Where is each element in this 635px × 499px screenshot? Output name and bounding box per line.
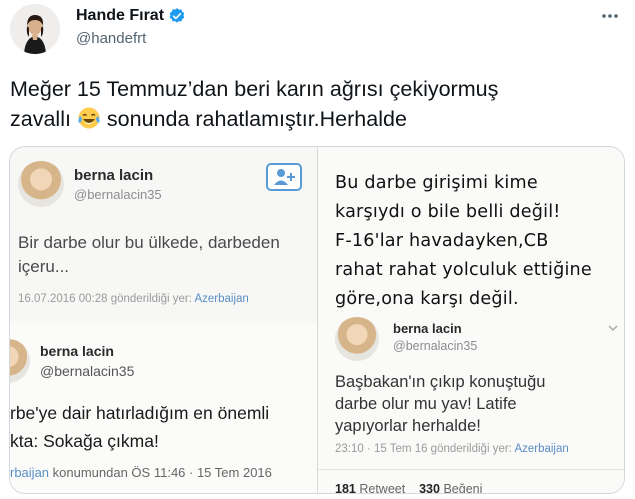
screenshot-2-meta: rbaijan konumundan ÖS 11:46 · 15 Tem 201… — [10, 465, 272, 480]
author-name-row[interactable]: Hande Fırat — [76, 7, 186, 25]
screenshot-3-location: Azerbaijan — [514, 443, 569, 455]
screenshot-3-date: 23:10 · 15 Tem 16 gönderildiği yer: — [335, 443, 512, 455]
screenshot-1-body: Bir darbe olur bu ülkede, darbeden içeru… — [18, 231, 318, 279]
laughing-tears-emoji-icon — [77, 106, 101, 130]
tweet-text-word: zavallı — [10, 107, 71, 131]
screenshot-2-location: rbaijan — [10, 465, 50, 480]
caption-line-1: Bu darbe girişimi kime — [335, 173, 538, 193]
follow-user-icon — [266, 163, 302, 191]
screenshot-1-line-2: içeru... — [18, 257, 70, 276]
avatar-image — [10, 4, 60, 54]
media-caption: Bu darbe girişimi kime karşıydı o bile b… — [335, 169, 620, 314]
berna-avatar-3 — [335, 317, 379, 361]
screenshot-3-handle: @bernalacin35 — [393, 339, 478, 353]
screenshot-1-name: berna lacin — [74, 167, 154, 184]
author-handle[interactable]: @handefrt — [76, 30, 146, 47]
screenshot-3-meta: 23:10 · 15 Tem 16 gönderildiği yer: Azer… — [335, 443, 569, 455]
media-right-panel: Bu darbe girişimi kime karşıydı o bile b… — [317, 147, 624, 494]
image-divider — [317, 147, 318, 493]
screenshot-2-line-2: kta: Sokağa çıkma! — [10, 431, 159, 451]
tweet-text-line-1: Meğer 15 Temmuz’dan beri karın ağrısı çe… — [10, 77, 499, 101]
chevron-down-icon — [607, 321, 619, 333]
screenshot-2-line-1: rbe'ye dair hatırladığım en önemli — [10, 403, 270, 423]
more-options-icon[interactable] — [599, 8, 621, 24]
screenshot-2-date: konumundan ÖS 11:46 · 15 Tem 2016 — [52, 465, 272, 480]
tweet-text: Meğer 15 Temmuz’dan beri karın ağrısı çe… — [10, 74, 620, 134]
screenshot-3-line-1: Başbakan'ın çıkıp konuştuğu — [335, 373, 546, 391]
caption-line-3: F-16'lar havadayken,CB — [335, 231, 549, 251]
tweet-media-image[interactable]: berna lacin @bernalacin35 Bir darbe olur… — [9, 146, 625, 494]
screenshot-2-name: berna lacin — [40, 343, 114, 359]
like-label: Beğeni — [443, 482, 483, 494]
embedded-tweet-screenshot-1: berna lacin @bernalacin35 Bir darbe olur… — [10, 147, 317, 323]
screenshot-2-handle: @bernalacin35 — [40, 363, 135, 379]
tweet-text-rest: sonunda rahatlamıştır.Herhalde — [106, 107, 407, 131]
screenshot-3-name: berna lacin — [393, 321, 462, 336]
screenshot-3-stats: 181 Retweet 330 Beğeni — [335, 482, 483, 494]
caption-line-4: rahat rahat yolculuk ettiğine — [335, 260, 592, 280]
berna-avatar — [18, 161, 64, 207]
like-count: 330 — [419, 482, 440, 494]
screenshot-1-date: 16.07.2016 00:28 gönderildiği yer: — [18, 293, 192, 305]
divider — [317, 469, 624, 470]
author-name[interactable]: Hande Fırat — [76, 7, 164, 25]
screenshot-1-line-1: Bir darbe olur bu ülkede, darbeden — [18, 233, 280, 252]
tweet-text-line-2: zavallı sonunda rahatlamıştır.Herhalde — [10, 104, 620, 134]
retweet-count: 181 — [335, 482, 356, 494]
screenshot-3-line-3: yapıyorlar herhalde! — [335, 417, 481, 435]
caption-line-2: karşıydı o bile belli değil! — [335, 202, 561, 222]
screenshot-3-line-2: darbe olur mu yav! Latife — [335, 395, 517, 413]
author-avatar[interactable] — [10, 4, 60, 54]
tweet-header: Hande Fırat @handefrt — [0, 0, 635, 60]
screenshot-1-meta: 16.07.2016 00:28 gönderildiği yer: Azerb… — [18, 293, 249, 305]
screenshot-1-handle: @bernalacin35 — [74, 187, 162, 202]
berna-avatar-cropped — [10, 339, 30, 383]
retweet-label: Retweet — [359, 482, 406, 494]
screenshot-1-location: Azerbaijan — [194, 293, 249, 305]
screenshot-2-body: rbe'ye dair hatırladığım en önemli kta: … — [10, 399, 269, 455]
screenshot-3-body: Başbakan'ın çıkıp konuştuğu darbe olur m… — [335, 371, 545, 437]
caption-line-5: göre,ona karşı değil. — [335, 289, 519, 309]
embedded-tweet-screenshot-2: berna lacin @bernalacin35 rbe'ye dair ha… — [10, 323, 317, 493]
verified-badge-icon — [168, 7, 186, 25]
